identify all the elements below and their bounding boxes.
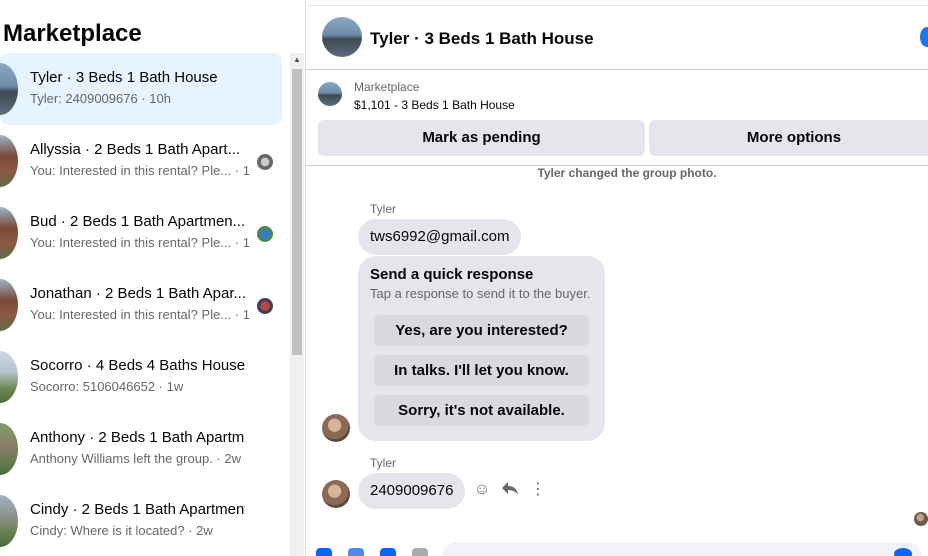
message-bubble-email[interactable]: tws6992@gmail.com [358, 219, 522, 255]
listing-avatar [0, 207, 18, 259]
message-sender: Tyler [370, 202, 397, 216]
conversation-snippet: You: Interested in this rental? Ple... ·… [30, 235, 250, 250]
reply-icon[interactable] [500, 480, 520, 500]
listing-thumbnail[interactable] [318, 82, 342, 106]
marketplace-listing-card: Marketplace $1,101 - 3 Beds 1 Bath House… [306, 70, 928, 166]
chat-title[interactable]: Tyler · 3 Beds 1 Bath House [370, 29, 594, 49]
conversation-item-socorro[interactable]: Socorro · 4 Beds 4 Baths House Socorro: … [0, 341, 288, 413]
conversation-snippet: Anthony Williams left the group. · 2w [30, 451, 241, 466]
message-sender: Tyler [370, 456, 397, 470]
mark-as-pending-button[interactable]: Mark as pending [318, 120, 645, 156]
conversation-item-anthony[interactable]: Anthony · 2 Beds 1 Bath Apartm... Anthon… [0, 413, 288, 485]
conversation-name: Jonathan · 2 Beds 1 Bath Apar... [30, 285, 245, 302]
quick-response-card: Send a quick response Tap a response to … [358, 256, 605, 441]
header-action-icon[interactable] [920, 27, 928, 47]
scroll-up-icon[interactable]: ▲ [290, 55, 304, 65]
quick-response-in-talks-button[interactable]: In talks. I'll let you know. [374, 355, 589, 386]
sticker-icon[interactable] [380, 548, 396, 556]
conversation-name: Allyssia · 2 Beds 1 Bath Apart... [30, 141, 241, 158]
listing-avatar [0, 423, 18, 475]
conversation-item-tyler[interactable]: Tyler · 3 Beds 1 Bath House Tyler: 24090… [0, 53, 282, 125]
conversation-snippet: Tyler: 2409009676 · 10h [30, 91, 171, 106]
read-receipt-avatar [914, 512, 928, 526]
smiley-icon[interactable]: ☺ [472, 480, 492, 500]
conversation-name: Bud · 2 Beds 1 Bath Apartmen... [30, 213, 245, 230]
listing-avatar [0, 63, 18, 115]
conversation-name: Anthony · 2 Beds 1 Bath Apartm... [30, 429, 245, 446]
gallery-icon[interactable] [348, 548, 364, 556]
seen-avatar [257, 298, 273, 314]
chat-avatar[interactable] [322, 17, 362, 57]
more-options-button[interactable]: More options [649, 120, 928, 156]
conversation-list: Tyler · 3 Beds 1 Bath House Tyler: 24090… [0, 53, 288, 556]
conversation-item-jonathan[interactable]: Jonathan · 2 Beds 1 Bath Apar... You: In… [0, 269, 288, 341]
sidebar-title: Marketplace [3, 20, 142, 47]
listing-avatar [0, 495, 18, 547]
conversation-item-allyssia[interactable]: Allyssia · 2 Beds 1 Bath Apart... You: I… [0, 125, 288, 197]
message-input[interactable] [442, 542, 922, 556]
quick-response-title: Send a quick response [370, 266, 534, 283]
conversation-snippet: Cindy: Where is it located? · 2w [30, 523, 213, 538]
listing-source-label: Marketplace [354, 80, 420, 94]
sender-avatar[interactable] [322, 414, 350, 442]
sender-avatar[interactable] [322, 480, 350, 508]
plus-icon[interactable] [316, 548, 332, 556]
quick-response-yes-button[interactable]: Yes, are you interested? [374, 315, 589, 346]
gif-icon[interactable] [412, 548, 428, 556]
listing-price-title[interactable]: $1,101 - 3 Beds 1 Bath House [354, 98, 515, 112]
more-vertical-icon[interactable]: ⋮ [528, 480, 548, 500]
conversation-item-bud[interactable]: Bud · 2 Beds 1 Bath Apartmen... You: Int… [0, 197, 288, 269]
quick-response-not-available-button[interactable]: Sorry, it's not available. [374, 395, 589, 426]
listing-avatar [0, 351, 18, 403]
conversation-sidebar: Marketplace Tyler · 3 Beds 1 Bath House … [0, 0, 306, 556]
seen-avatar [257, 226, 273, 242]
conversation-snippet: You: Interested in this rental? Ple... ·… [30, 163, 250, 178]
conversation-item-cindy[interactable]: Cindy · 2 Beds 1 Bath Apartment... Cindy… [0, 485, 288, 556]
system-message: Tyler changed the group photo. [537, 166, 717, 180]
listing-avatar [0, 135, 18, 187]
conversation-name: Cindy · 2 Beds 1 Bath Apartment... [30, 501, 245, 518]
seen-avatar [257, 154, 273, 170]
conversation-name: Socorro · 4 Beds 4 Baths House [30, 357, 245, 374]
conversation-snippet: You: Interested in this rental? Ple... ·… [30, 307, 250, 322]
quick-response-subtitle: Tap a response to send it to the buyer. [370, 286, 591, 301]
conversation-name: Tyler · 3 Beds 1 Bath House [30, 69, 218, 86]
like-icon[interactable] [894, 548, 912, 556]
listing-avatar [0, 279, 18, 331]
message-bubble-phone[interactable]: 2409009676 [358, 473, 466, 509]
scroll-thumb[interactable] [292, 69, 302, 355]
conversation-snippet: Socorro: 5106046652 · 1w [30, 379, 184, 394]
messenger-window: Marketplace Tyler · 3 Beds 1 Bath House … [0, 0, 928, 556]
sidebar-scrollbar[interactable]: ▲ [290, 53, 304, 556]
chat-header: Tyler · 3 Beds 1 Bath House [306, 6, 928, 70]
